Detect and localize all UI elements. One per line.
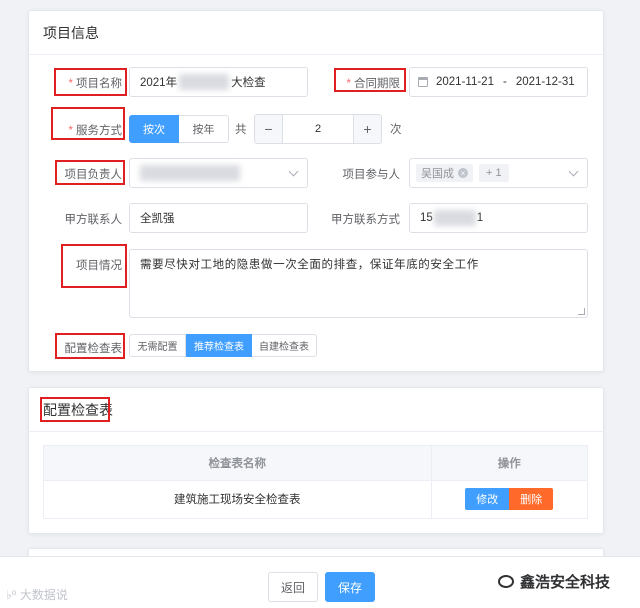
start-date[interactable]: 2021-11-21 xyxy=(436,76,494,88)
project-status-textarea[interactable]: 需要尽快对工地的隐患做一次全面的排查，保证年底的安全工作 xyxy=(129,249,588,318)
card-title: 配置检查表 xyxy=(43,401,113,418)
chevron-down-icon xyxy=(568,166,579,177)
close-icon[interactable]: × xyxy=(458,168,468,178)
client-contact-label: 甲方联系人 xyxy=(64,214,123,226)
client-contact-input[interactable]: 全凯强 xyxy=(129,203,308,233)
project-leader-select[interactable] xyxy=(129,158,308,188)
delete-button[interactable]: 删除 xyxy=(509,488,554,511)
watermark-left: ♭⁰ 大数据说 xyxy=(6,588,68,602)
redacted-text xyxy=(179,74,230,90)
increment-button[interactable]: + xyxy=(353,114,382,144)
checklist-name-cell: 建筑施工现场安全检查表 xyxy=(44,480,432,518)
table-header-row: 检查表名称 操作 xyxy=(44,446,587,481)
logo-icon: ♭⁰ xyxy=(6,588,20,602)
participant-tag: 吴国成 × xyxy=(416,164,473,182)
chevron-down-icon xyxy=(288,166,299,177)
decrement-button[interactable]: − xyxy=(254,114,283,144)
project-name-input[interactable]: 2021年 大检查 xyxy=(129,67,308,97)
client-phone-input[interactable]: 15 1 xyxy=(409,203,588,233)
checklist-header: 配置检查表 xyxy=(29,388,603,432)
checklist-config-label: 配置检查表 xyxy=(64,343,123,355)
recommended-checklist-button[interactable]: 推荐检查表 xyxy=(186,334,252,357)
redacted-text xyxy=(140,165,240,181)
project-name-label: * 项目名称 xyxy=(68,78,122,90)
unit-label: 次 xyxy=(390,124,402,136)
project-leader-label: 项目负责人 xyxy=(64,169,123,181)
service-mode-toggle: 按次 按年 xyxy=(129,115,229,143)
mode-per-year-button[interactable]: 按年 xyxy=(179,115,229,143)
column-header-name: 检查表名称 xyxy=(44,446,432,481)
required-star: * xyxy=(68,78,73,90)
redacted-text xyxy=(433,210,476,226)
participants-label: 项目参与人 xyxy=(342,169,401,181)
more-participants-tag: + 1 xyxy=(479,164,509,182)
contract-period-label: * 合同期限 xyxy=(346,78,400,90)
column-header-actions: 操作 xyxy=(431,446,587,481)
save-button[interactable]: 保存 xyxy=(325,572,375,602)
count-stepper: − 2 + xyxy=(254,114,382,144)
mode-per-visit-button[interactable]: 按次 xyxy=(129,115,179,143)
contract-period-range[interactable]: 2021-11-21 - 2021-12-31 xyxy=(409,67,588,97)
client-phone-label: 甲方联系方式 xyxy=(331,214,400,226)
project-info-header: 项目信息 xyxy=(29,11,603,55)
card-title: 项目信息 xyxy=(43,24,99,41)
end-date[interactable]: 2021-12-31 xyxy=(516,76,575,88)
project-status-label: 项目情况 xyxy=(76,260,122,272)
no-config-button[interactable]: 无需配置 xyxy=(129,334,186,357)
edit-button[interactable]: 修改 xyxy=(465,488,510,511)
service-mode-label: * 服务方式 xyxy=(68,125,122,137)
resize-handle-icon[interactable] xyxy=(578,308,585,315)
total-label: 共 xyxy=(235,124,247,136)
checklist-table: 检查表名称 操作 建筑施工现场安全检查表 修改 删除 xyxy=(43,445,588,519)
table-row: 建筑施工现场安全检查表 修改 删除 xyxy=(44,480,587,518)
watermark-right: 鑫浩安全科技 xyxy=(498,571,610,592)
wechat-icon xyxy=(498,575,514,588)
actions-cell: 修改 删除 xyxy=(431,480,587,518)
back-button[interactable]: 返回 xyxy=(268,572,318,602)
participants-select[interactable]: 吴国成 × + 1 xyxy=(409,158,588,188)
range-separator: - xyxy=(502,76,507,88)
calendar-icon xyxy=(418,77,428,87)
checklist-config-toggle: 无需配置 推荐检查表 自建检查表 xyxy=(129,334,317,357)
custom-checklist-button[interactable]: 自建检查表 xyxy=(252,334,317,357)
count-input[interactable]: 2 xyxy=(283,114,353,144)
